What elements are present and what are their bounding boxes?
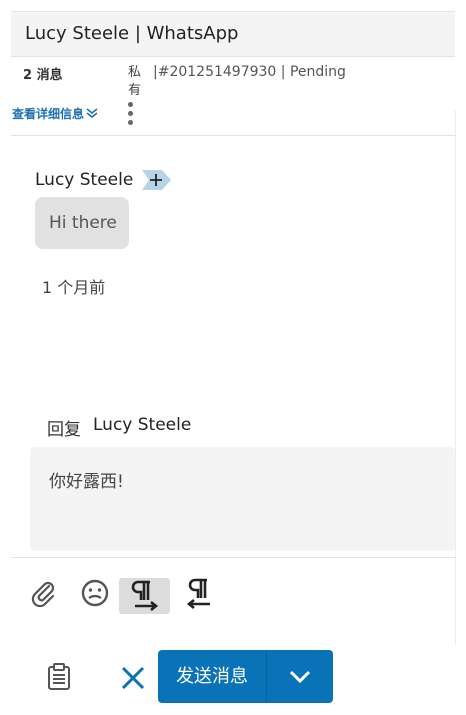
reply-input-text: 你好露西! xyxy=(49,472,124,492)
divider xyxy=(11,135,455,136)
send-button-group: 发送消息 xyxy=(158,650,333,703)
text-direction-ltr-icon[interactable] xyxy=(119,578,170,614)
double-chevron-down-icon xyxy=(86,107,98,122)
sender-name: Lucy Steele xyxy=(35,170,134,190)
more-options-icon[interactable] xyxy=(126,102,134,128)
reply-input[interactable]: 你好露西! xyxy=(30,447,455,551)
panel-right-border xyxy=(455,110,456,645)
ticket-status: |#201251497930 | Pending xyxy=(153,64,346,80)
view-details-link[interactable]: 查看详细信息 xyxy=(12,105,98,122)
divider xyxy=(11,557,455,558)
panel-header: Lucy Steele | WhatsApp xyxy=(11,12,455,57)
message-text: Hi there xyxy=(49,213,117,233)
reply-label: 回复 xyxy=(47,420,81,440)
message-count: 2 消息 xyxy=(23,68,63,83)
message-timestamp: 1 个月前 xyxy=(42,278,106,297)
reply-recipient: Lucy Steele xyxy=(93,415,192,435)
emoji-icon[interactable] xyxy=(78,577,112,611)
send-options-dropdown[interactable] xyxy=(267,650,333,703)
panel-title: Lucy Steele | WhatsApp xyxy=(25,23,239,44)
paperclip-icon[interactable] xyxy=(27,577,61,611)
send-message-button[interactable]: 发送消息 xyxy=(158,650,266,703)
close-icon[interactable] xyxy=(118,663,148,693)
clipboard-icon[interactable] xyxy=(44,662,74,692)
message-bubble: Hi there xyxy=(35,197,129,249)
view-details-label: 查看详细信息 xyxy=(12,107,85,121)
whatsapp-conversation-panel: Lucy Steele | WhatsApp 2 消息 私有 |#2012514… xyxy=(0,0,466,715)
chevron-down-icon xyxy=(289,670,311,684)
text-direction-rtl-icon[interactable] xyxy=(182,577,216,611)
visibility-label: 私有 xyxy=(128,65,142,98)
add-tag-icon[interactable] xyxy=(140,169,172,191)
